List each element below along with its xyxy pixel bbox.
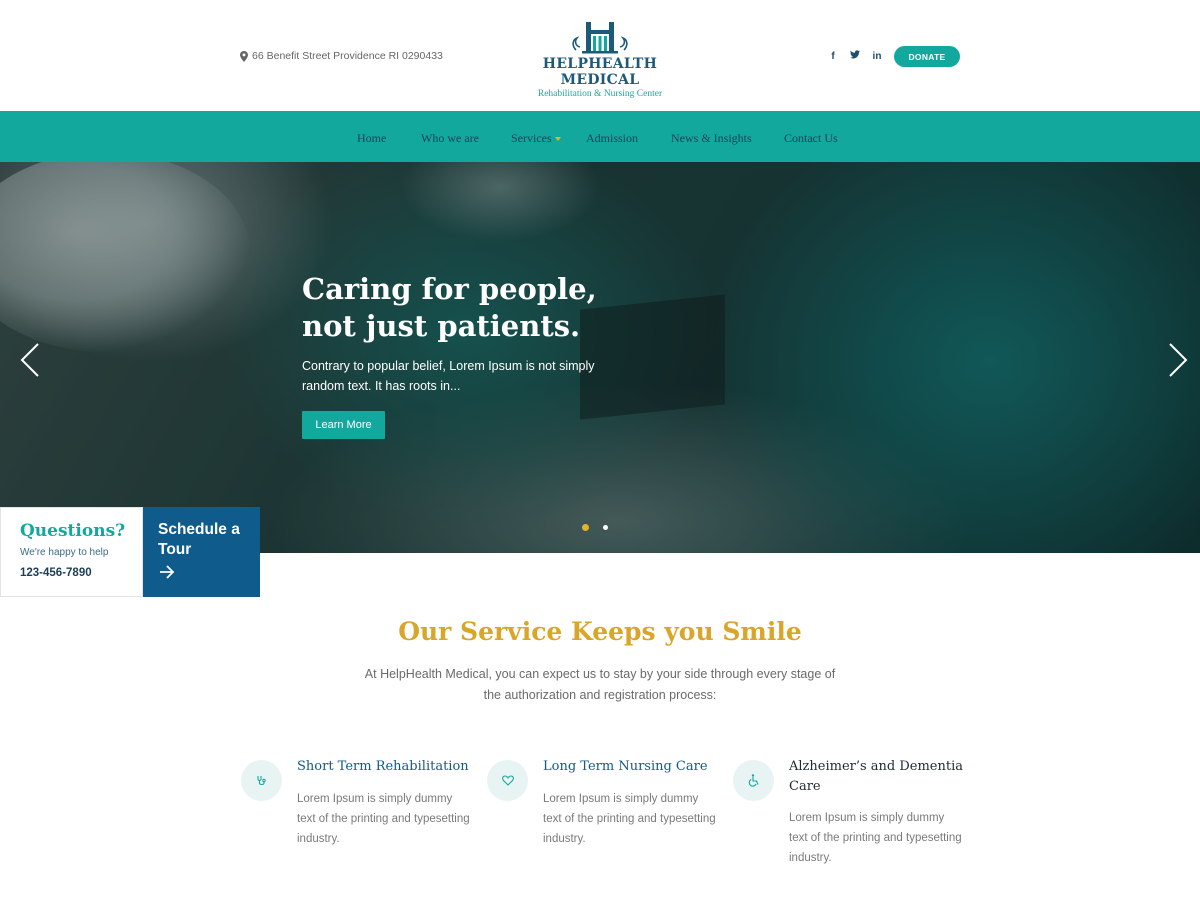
nav-item-contact-us[interactable]: Contact Us: [784, 131, 838, 146]
facebook-icon[interactable]: f: [828, 51, 838, 62]
heart-icon: [487, 760, 528, 801]
nav-item-label: Admission: [586, 131, 639, 145]
hero-title: Caring for people, not just patients.: [302, 272, 597, 343]
hero-slider: Caring for people, not just patients. Co…: [0, 162, 1200, 553]
hero-text: Contrary to popular belief, Lorem Ipsum …: [302, 359, 595, 393]
address-text: 66 Benefit Street Providence RI 0290433: [252, 50, 443, 62]
logo-tagline: Rehabilitation & Nursing Center: [537, 89, 663, 99]
schedule-tour-label: Schedule a Tour: [158, 521, 240, 558]
services-intro: At HelpHealth Medical, you can expect us…: [364, 667, 836, 702]
logo-name: HELPHEALTH MEDICAL: [542, 56, 658, 88]
stethoscope-icon: [241, 760, 282, 801]
twitter-icon[interactable]: [850, 50, 860, 62]
slider-next-arrow-icon[interactable]: [1166, 342, 1190, 378]
nav-item-label: Contact Us: [784, 131, 838, 145]
phone-number[interactable]: 123-456-7890: [20, 567, 92, 579]
nav-item-admission[interactable]: Admission: [586, 131, 638, 146]
site-logo[interactable]: HELPHEALTH MEDICAL Rehabilitation & Nurs…: [505, 20, 695, 99]
arrow-right-icon: [160, 565, 175, 579]
social-links: f in: [828, 50, 882, 62]
questions-card: Questions? We're happy to help 123-456-7…: [0, 507, 143, 597]
main-nav: Home Who we are Services Admission News …: [0, 111, 1200, 162]
nav-item-label: Services: [511, 131, 552, 145]
questions-title: Questions?: [20, 521, 126, 541]
nav-item-services[interactable]: Services: [511, 131, 561, 146]
slider-dots: [582, 524, 608, 531]
logo-emblem-icon: [572, 22, 628, 54]
slider-dot[interactable]: [603, 525, 608, 530]
nav-item-label: News & Insights: [671, 131, 752, 145]
donate-button[interactable]: DONATE: [894, 46, 960, 67]
service-text: Lorem Ipsum is simply dummy text of the …: [543, 793, 716, 845]
site-header: 66 Benefit Street Providence RI 0290433 …: [0, 0, 1200, 111]
map-pin-icon: [240, 50, 248, 62]
service-text: Lorem Ipsum is simply dummy text of the …: [297, 793, 470, 845]
slider-dot[interactable]: [582, 524, 589, 531]
linkedin-icon[interactable]: in: [872, 51, 882, 62]
nav-item-news-insights[interactable]: News & Insights: [671, 131, 752, 146]
nav-item-home[interactable]: Home: [357, 131, 386, 146]
service-title[interactable]: Alzheimer’s and Dementia Care: [789, 757, 964, 797]
address: 66 Benefit Street Providence RI 0290433: [240, 50, 443, 62]
services-title: Our Service Keeps you Smile: [398, 617, 802, 646]
schedule-tour-button[interactable]: Schedule a Tour: [143, 507, 260, 597]
service-title[interactable]: Short Term Rehabilitation: [297, 757, 472, 777]
learn-more-button[interactable]: Learn More: [302, 411, 385, 439]
slider-prev-arrow-icon[interactable]: [18, 342, 42, 378]
nav-item-label: Home: [357, 131, 387, 145]
wheelchair-icon: [733, 760, 774, 801]
nav-item-who-we-are[interactable]: Who we are: [421, 131, 479, 146]
questions-subtitle: We're happy to help: [20, 547, 109, 558]
service-text: Lorem Ipsum is simply dummy text of the …: [789, 812, 962, 864]
service-title[interactable]: Long Term Nursing Care: [543, 757, 718, 777]
chevron-down-icon: [554, 137, 561, 142]
nav-item-label: Who we are: [421, 131, 479, 145]
